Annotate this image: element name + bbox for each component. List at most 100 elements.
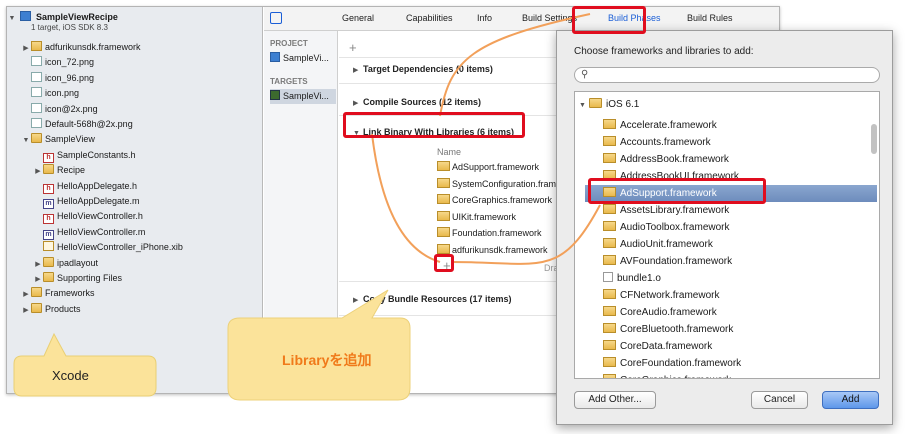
- tab-info[interactable]: Info: [477, 13, 492, 23]
- add-button[interactable]: Add: [822, 391, 879, 409]
- disclosure-triangle-icon[interactable]: ▶: [33, 272, 43, 287]
- navigator-item[interactable]: m HelloViewController.m: [33, 225, 145, 240]
- linked-library-row[interactable]: CoreGraphics.framework: [437, 192, 552, 208]
- navigator-item[interactable]: ▶ Products: [21, 302, 81, 317]
- disclosure-triangle-icon[interactable]: ▶: [33, 164, 43, 179]
- disclosure-triangle-icon[interactable]: ▼: [21, 133, 31, 148]
- framework-icon: [603, 136, 616, 146]
- tab-build-settings[interactable]: Build Settings: [522, 13, 577, 23]
- ios-sdk-group[interactable]: ▼ iOS 6.1: [579, 96, 871, 113]
- framework-icon: [603, 374, 616, 378]
- tab-general[interactable]: General: [342, 13, 374, 23]
- framework-row-label: AddressBook.framework: [620, 154, 729, 165]
- show-navigator-icon[interactable]: [270, 12, 282, 24]
- navigator-item[interactable]: icon@2x.png: [21, 102, 98, 117]
- target-item-label: SampleVi...: [283, 91, 329, 101]
- framework-row[interactable]: AddressBook.framework: [585, 151, 877, 168]
- target-dependencies-phase[interactable]: ▶ Target Dependencies (0 items): [353, 64, 493, 74]
- disclosure-triangle-icon[interactable]: ▶: [353, 99, 363, 107]
- framework-row[interactable]: Accelerate.framework: [585, 117, 877, 134]
- linked-library-label: AdSupport.framework: [452, 162, 540, 172]
- framework-row[interactable]: AudioToolbox.framework: [585, 219, 877, 236]
- navigator-item[interactable]: HelloViewController_iPhone.xib: [33, 240, 183, 255]
- framework-row-label: CFNetwork.framework: [620, 290, 720, 301]
- highlight-adsupport: [588, 178, 766, 204]
- framework-row[interactable]: AudioUnit.framework: [585, 236, 877, 253]
- compile-sources-phase[interactable]: ▶ Compile Sources (12 items): [353, 97, 481, 107]
- framework-row[interactable]: AVFoundation.framework: [585, 253, 877, 270]
- project-navigator: ▼ SampleView Recipe 1 target, iOS SDK 8.3…: [7, 7, 263, 393]
- cancel-button[interactable]: Cancel: [751, 391, 808, 409]
- disclosure-triangle-icon[interactable]: ▼: [579, 97, 589, 114]
- linked-library-row[interactable]: AdSupport.framework: [437, 159, 539, 175]
- copy-bundle-phase[interactable]: ▶ Copy Bundle Resources (17 items): [353, 294, 512, 304]
- target-item[interactable]: SampleVi...: [270, 89, 336, 104]
- project-item[interactable]: SampleVi...: [270, 51, 336, 66]
- linked-library-row[interactable]: Foundation.framework: [437, 225, 542, 241]
- navigator-item[interactable]: icon.png: [21, 86, 79, 101]
- folder-icon: [43, 256, 54, 267]
- navigator-item[interactable]: h HelloViewController.h: [33, 209, 143, 225]
- framework-row[interactable]: Accounts.framework: [585, 134, 877, 151]
- linked-library-row[interactable]: UIKit.framework: [437, 209, 516, 225]
- navigator-item-label: adfurikunsdk.framework: [45, 42, 141, 52]
- framework-row[interactable]: CoreBluetooth.framework: [585, 321, 877, 338]
- framework-search-field[interactable]: ⚲: [574, 67, 880, 83]
- framework-list[interactable]: ▼ iOS 6.1 Accelerate.framework Accounts.fr…: [574, 91, 880, 379]
- project-item-label: SampleVi...: [283, 53, 329, 63]
- navigator-item-label: icon_96.png: [45, 72, 95, 83]
- framework-row[interactable]: CoreData.framework: [585, 338, 877, 355]
- framework-icon: [603, 238, 616, 248]
- navigator-item[interactable]: h HelloAppDelegate.h: [33, 179, 137, 194]
- navigator-item[interactable]: icon_72.png: [21, 55, 94, 70]
- disclosure-triangle-icon[interactable]: ▶: [33, 257, 43, 272]
- tab-build-rules[interactable]: Build Rules: [687, 13, 733, 23]
- navigator-item[interactable]: ▶ adfurikunsdk.framework: [21, 40, 141, 55]
- list-scrollbar[interactable]: [871, 124, 877, 154]
- framework-icon: [603, 289, 616, 299]
- add-build-phase-button[interactable]: +: [349, 40, 357, 55]
- project-targets-list: PROJECT SampleVi... TARGETS SampleVi...: [264, 31, 338, 393]
- disclosure-triangle-icon[interactable]: ▶: [353, 296, 363, 304]
- editor-tab-bar: General Capabilities Info Build Settings…: [264, 7, 779, 31]
- framework-icon: [437, 161, 450, 171]
- navigator-item[interactable]: ▶ ipadlayout: [33, 256, 98, 271]
- navigator-item[interactable]: m HelloAppDelegate.m: [33, 194, 140, 209]
- disclosure-triangle-icon[interactable]: ▶: [21, 303, 31, 318]
- framework-icon: [437, 210, 450, 221]
- add-other-button[interactable]: Add Other...: [574, 391, 656, 409]
- framework-row[interactable]: CFNetwork.framework: [585, 287, 877, 304]
- disclosure-triangle-icon[interactable]: ▶: [21, 41, 31, 56]
- navigator-item[interactable]: icon_96.png: [21, 71, 94, 86]
- search-icon: ⚲: [581, 69, 589, 80]
- framework-row[interactable]: CoreFoundation.framework: [585, 355, 877, 372]
- highlight-link-binary: [343, 112, 525, 138]
- navigator-item[interactable]: ▶ Supporting Files: [33, 271, 122, 286]
- navigator-item[interactable]: ▼ SampleView: [21, 132, 95, 147]
- tab-capabilities[interactable]: Capabilities: [406, 13, 453, 23]
- disclosure-triangle-icon[interactable]: ▶: [21, 287, 31, 302]
- framework-icon: [31, 41, 42, 51]
- navigator-item-label: icon.png: [45, 88, 80, 99]
- disclosure-triangle-icon[interactable]: ▼: [7, 11, 17, 26]
- navigator-item[interactable]: Default-568h@2x.png: [21, 117, 133, 132]
- navigator-item[interactable]: ▶ Frameworks: [21, 286, 95, 301]
- framework-row[interactable]: CoreAudio.framework: [585, 304, 877, 321]
- navigator-item[interactable]: ▶ Recipe: [33, 163, 85, 178]
- png-file-icon: [31, 56, 42, 67]
- framework-row[interactable]: CoreGraphics.framework: [585, 372, 877, 378]
- disclosure-triangle-icon[interactable]: ▶: [353, 66, 363, 74]
- framework-row-label: CoreGraphics.framework: [620, 375, 731, 378]
- framework-icon: [437, 227, 450, 238]
- navigator-item[interactable]: h SampleConstants.h: [33, 148, 136, 163]
- linked-library-label: Foundation.framework: [452, 228, 542, 239]
- framework-search-input[interactable]: [593, 69, 873, 81]
- framework-icon: [603, 323, 616, 333]
- dialog-title: Choose frameworks and libraries to add:: [574, 46, 754, 57]
- navigator-item-label: HelloAppDelegate.m: [57, 196, 140, 206]
- framework-row[interactable]: AssetsLibrary.framework: [585, 202, 877, 219]
- header-file-icon: h: [43, 214, 54, 225]
- framework-icon: [603, 153, 616, 163]
- implementation-file-icon: m: [43, 229, 54, 240]
- framework-row[interactable]: bundle1.o: [585, 270, 877, 287]
